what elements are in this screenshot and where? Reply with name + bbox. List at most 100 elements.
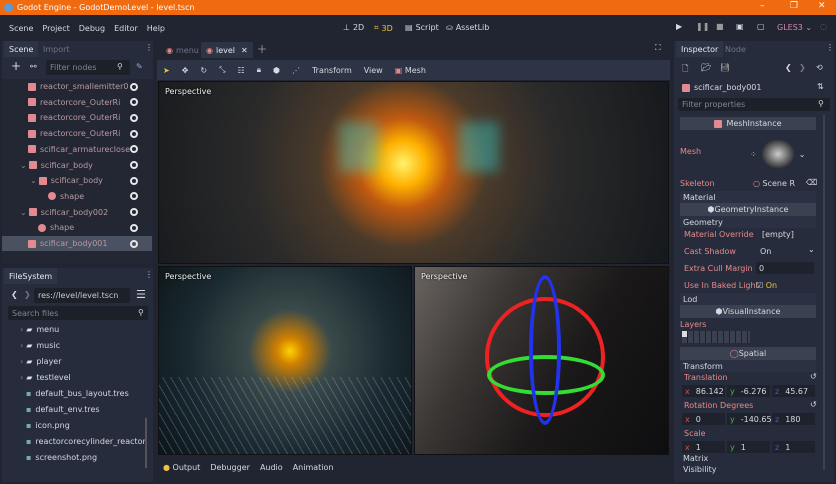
cast-shadow-select[interactable]: On bbox=[760, 247, 771, 256]
layers-grid[interactable] bbox=[682, 331, 750, 343]
tab-level[interactable]: ◉level✕ bbox=[201, 42, 253, 58]
workspace-assetlib[interactable]: ⛀AssetLib bbox=[446, 23, 489, 32]
tab-animation[interactable]: Animation bbox=[293, 463, 334, 472]
move-tool-icon[interactable]: ✥ bbox=[182, 66, 189, 75]
tab-menu[interactable]: ◉menu bbox=[161, 42, 204, 58]
file-item[interactable]: ›▰testlevel bbox=[2, 370, 152, 385]
instance-scene-icon[interactable]: ⚯ bbox=[30, 62, 37, 71]
viewport-bottom-right[interactable]: Perspective bbox=[414, 266, 669, 455]
visibility-eye-icon[interactable] bbox=[130, 130, 138, 138]
rotation-x-input[interactable]: x0 bbox=[682, 413, 725, 425]
viewport-perspective-menu[interactable]: Perspective bbox=[165, 272, 211, 281]
rotation-z-input[interactable]: z180 bbox=[772, 413, 815, 425]
view-menu[interactable]: View bbox=[364, 66, 383, 75]
forward-button[interactable]: ❯ bbox=[24, 290, 31, 299]
scene-tree-item[interactable]: reactorcore_OuterRi bbox=[2, 126, 152, 141]
split-mode-icon[interactable]: ☰ bbox=[136, 288, 146, 301]
workspace-3d[interactable]: ⌗3D bbox=[374, 23, 393, 33]
file-item[interactable]: ▪default_bus_layout.tres bbox=[2, 386, 152, 401]
scene-tree-item[interactable]: reactorcore_OuterRi bbox=[2, 95, 152, 110]
path-input[interactable]: res://level/level.tscn bbox=[34, 288, 130, 303]
history-icon[interactable]: ⟲ bbox=[816, 63, 823, 72]
visibility-eye-icon[interactable] bbox=[130, 114, 138, 122]
baked-light-checkbox[interactable]: ☑ On bbox=[756, 281, 777, 290]
visibility-eye-icon[interactable] bbox=[130, 98, 138, 106]
file-item[interactable]: ▪icon.png bbox=[2, 418, 152, 433]
list-select-icon[interactable]: ☷ bbox=[238, 66, 245, 75]
mesh-menu[interactable]: ▣ Mesh bbox=[395, 66, 426, 75]
scene-tree-item[interactable]: shape bbox=[2, 220, 152, 235]
viewport-top[interactable]: Perspective bbox=[158, 81, 669, 264]
file-item[interactable]: ›▰music bbox=[2, 338, 152, 353]
dock-menu-icon[interactable]: ⋮ bbox=[145, 270, 153, 279]
tab-import[interactable]: Import bbox=[38, 41, 75, 57]
file-item[interactable]: ▪screenshot.png bbox=[2, 450, 152, 465]
viewport-perspective-menu[interactable]: Perspective bbox=[421, 272, 467, 281]
dock-menu-icon[interactable]: ⋮ bbox=[145, 43, 153, 52]
category-lod[interactable]: Lod bbox=[680, 293, 816, 305]
category-material[interactable]: Material bbox=[680, 191, 816, 203]
visibility-eye-icon[interactable] bbox=[130, 83, 138, 91]
menu-help[interactable]: Help bbox=[147, 24, 165, 33]
chevron-down-icon[interactable]: ⌄ bbox=[30, 176, 37, 185]
translation-x-input[interactable]: x86.142 bbox=[682, 385, 725, 397]
play-scene-button[interactable]: ▣ bbox=[736, 22, 744, 31]
translation-z-input[interactable]: z45.67 bbox=[772, 385, 815, 397]
file-item[interactable]: ▪default_env.tres bbox=[2, 402, 152, 417]
tab-output[interactable]: ● Output bbox=[163, 463, 200, 472]
extra-cull-input[interactable]: 0 bbox=[756, 262, 814, 274]
scene-tree-item[interactable]: reactor_smallemitter0 bbox=[2, 79, 152, 94]
play-button[interactable]: ▶ bbox=[676, 22, 682, 31]
translation-y-input[interactable]: y-6.276 bbox=[727, 385, 770, 397]
menu-scene[interactable]: Scene bbox=[9, 24, 33, 33]
scene-tree-item[interactable]: shape bbox=[2, 189, 152, 204]
scene-tree-item[interactable]: reactorcore_OuterRi bbox=[2, 110, 152, 125]
mesh-resource-picker[interactable]: ⁘⌄ bbox=[750, 133, 816, 175]
group-icon[interactable]: ⬢ bbox=[273, 66, 280, 75]
workspace-2d[interactable]: ⊥2D bbox=[343, 23, 364, 32]
reset-icon[interactable]: ↺ bbox=[810, 372, 817, 381]
workspace-script[interactable]: ▤Script bbox=[405, 23, 439, 32]
category-transform[interactable]: Transform bbox=[680, 360, 816, 372]
category-geometry[interactable]: Geometry bbox=[680, 216, 816, 228]
transform-menu[interactable]: Transform bbox=[312, 66, 352, 75]
viewport-perspective-menu[interactable]: Perspective bbox=[165, 87, 211, 96]
reset-icon[interactable]: ↺ bbox=[810, 400, 817, 409]
play-custom-scene-button[interactable]: ▢ bbox=[757, 22, 765, 31]
tab-filesystem[interactable]: FileSystem bbox=[4, 268, 57, 284]
object-properties-icon[interactable]: ⇅ bbox=[817, 82, 824, 91]
scene-tree-item[interactable]: scificar_armatureclose bbox=[2, 142, 152, 157]
tab-node[interactable]: Node bbox=[720, 41, 751, 57]
add-node-button[interactable]: + bbox=[11, 59, 21, 73]
pause-button[interactable]: ❚❚ bbox=[696, 22, 709, 31]
stop-button[interactable]: ■ bbox=[716, 22, 724, 31]
filter-properties-input[interactable]: Filter properties bbox=[678, 98, 830, 111]
select-tool-icon[interactable]: ➤ bbox=[163, 66, 170, 75]
chevron-down-icon[interactable]: ⌄ bbox=[20, 208, 27, 217]
dock-menu-icon[interactable]: ⋮ bbox=[826, 43, 834, 52]
distraction-free-icon[interactable]: ⛶ bbox=[655, 43, 661, 53]
scene-tree-item[interactable]: ⌄scificar_body bbox=[2, 158, 152, 173]
menu-project[interactable]: Project bbox=[42, 24, 69, 33]
close-window-button[interactable]: ✕ bbox=[818, 1, 826, 11]
file-item[interactable]: ›▰player bbox=[2, 354, 152, 369]
category-visibility[interactable]: Visibility bbox=[680, 463, 816, 475]
skeleton-value[interactable]: ○ Scene R bbox=[753, 179, 795, 188]
open-resource-icon[interactable]: 📂︎ bbox=[701, 63, 711, 72]
visibility-eye-icon[interactable] bbox=[130, 192, 138, 200]
new-tab-button[interactable]: + bbox=[257, 42, 267, 56]
inspector-scrollbar[interactable] bbox=[823, 115, 825, 470]
tab-debugger[interactable]: Debugger bbox=[210, 463, 250, 472]
history-back-button[interactable]: ❮ bbox=[785, 63, 792, 72]
viewport-bottom-left[interactable]: Perspective bbox=[158, 266, 412, 455]
history-forward-button[interactable]: ❯ bbox=[799, 63, 806, 72]
back-button[interactable]: ❮ bbox=[11, 290, 18, 299]
visibility-eye-icon[interactable] bbox=[130, 240, 138, 248]
visibility-eye-icon[interactable] bbox=[130, 177, 138, 185]
file-item[interactable]: ›▰menu bbox=[2, 322, 152, 337]
rotate-tool-icon[interactable]: ↻ bbox=[200, 66, 207, 75]
search-files-input[interactable]: Search files bbox=[8, 306, 148, 320]
visibility-eye-icon[interactable] bbox=[130, 145, 138, 153]
renderer-select[interactable]: GLES3 ⌄ bbox=[777, 23, 812, 32]
scrollbar[interactable] bbox=[145, 418, 147, 468]
